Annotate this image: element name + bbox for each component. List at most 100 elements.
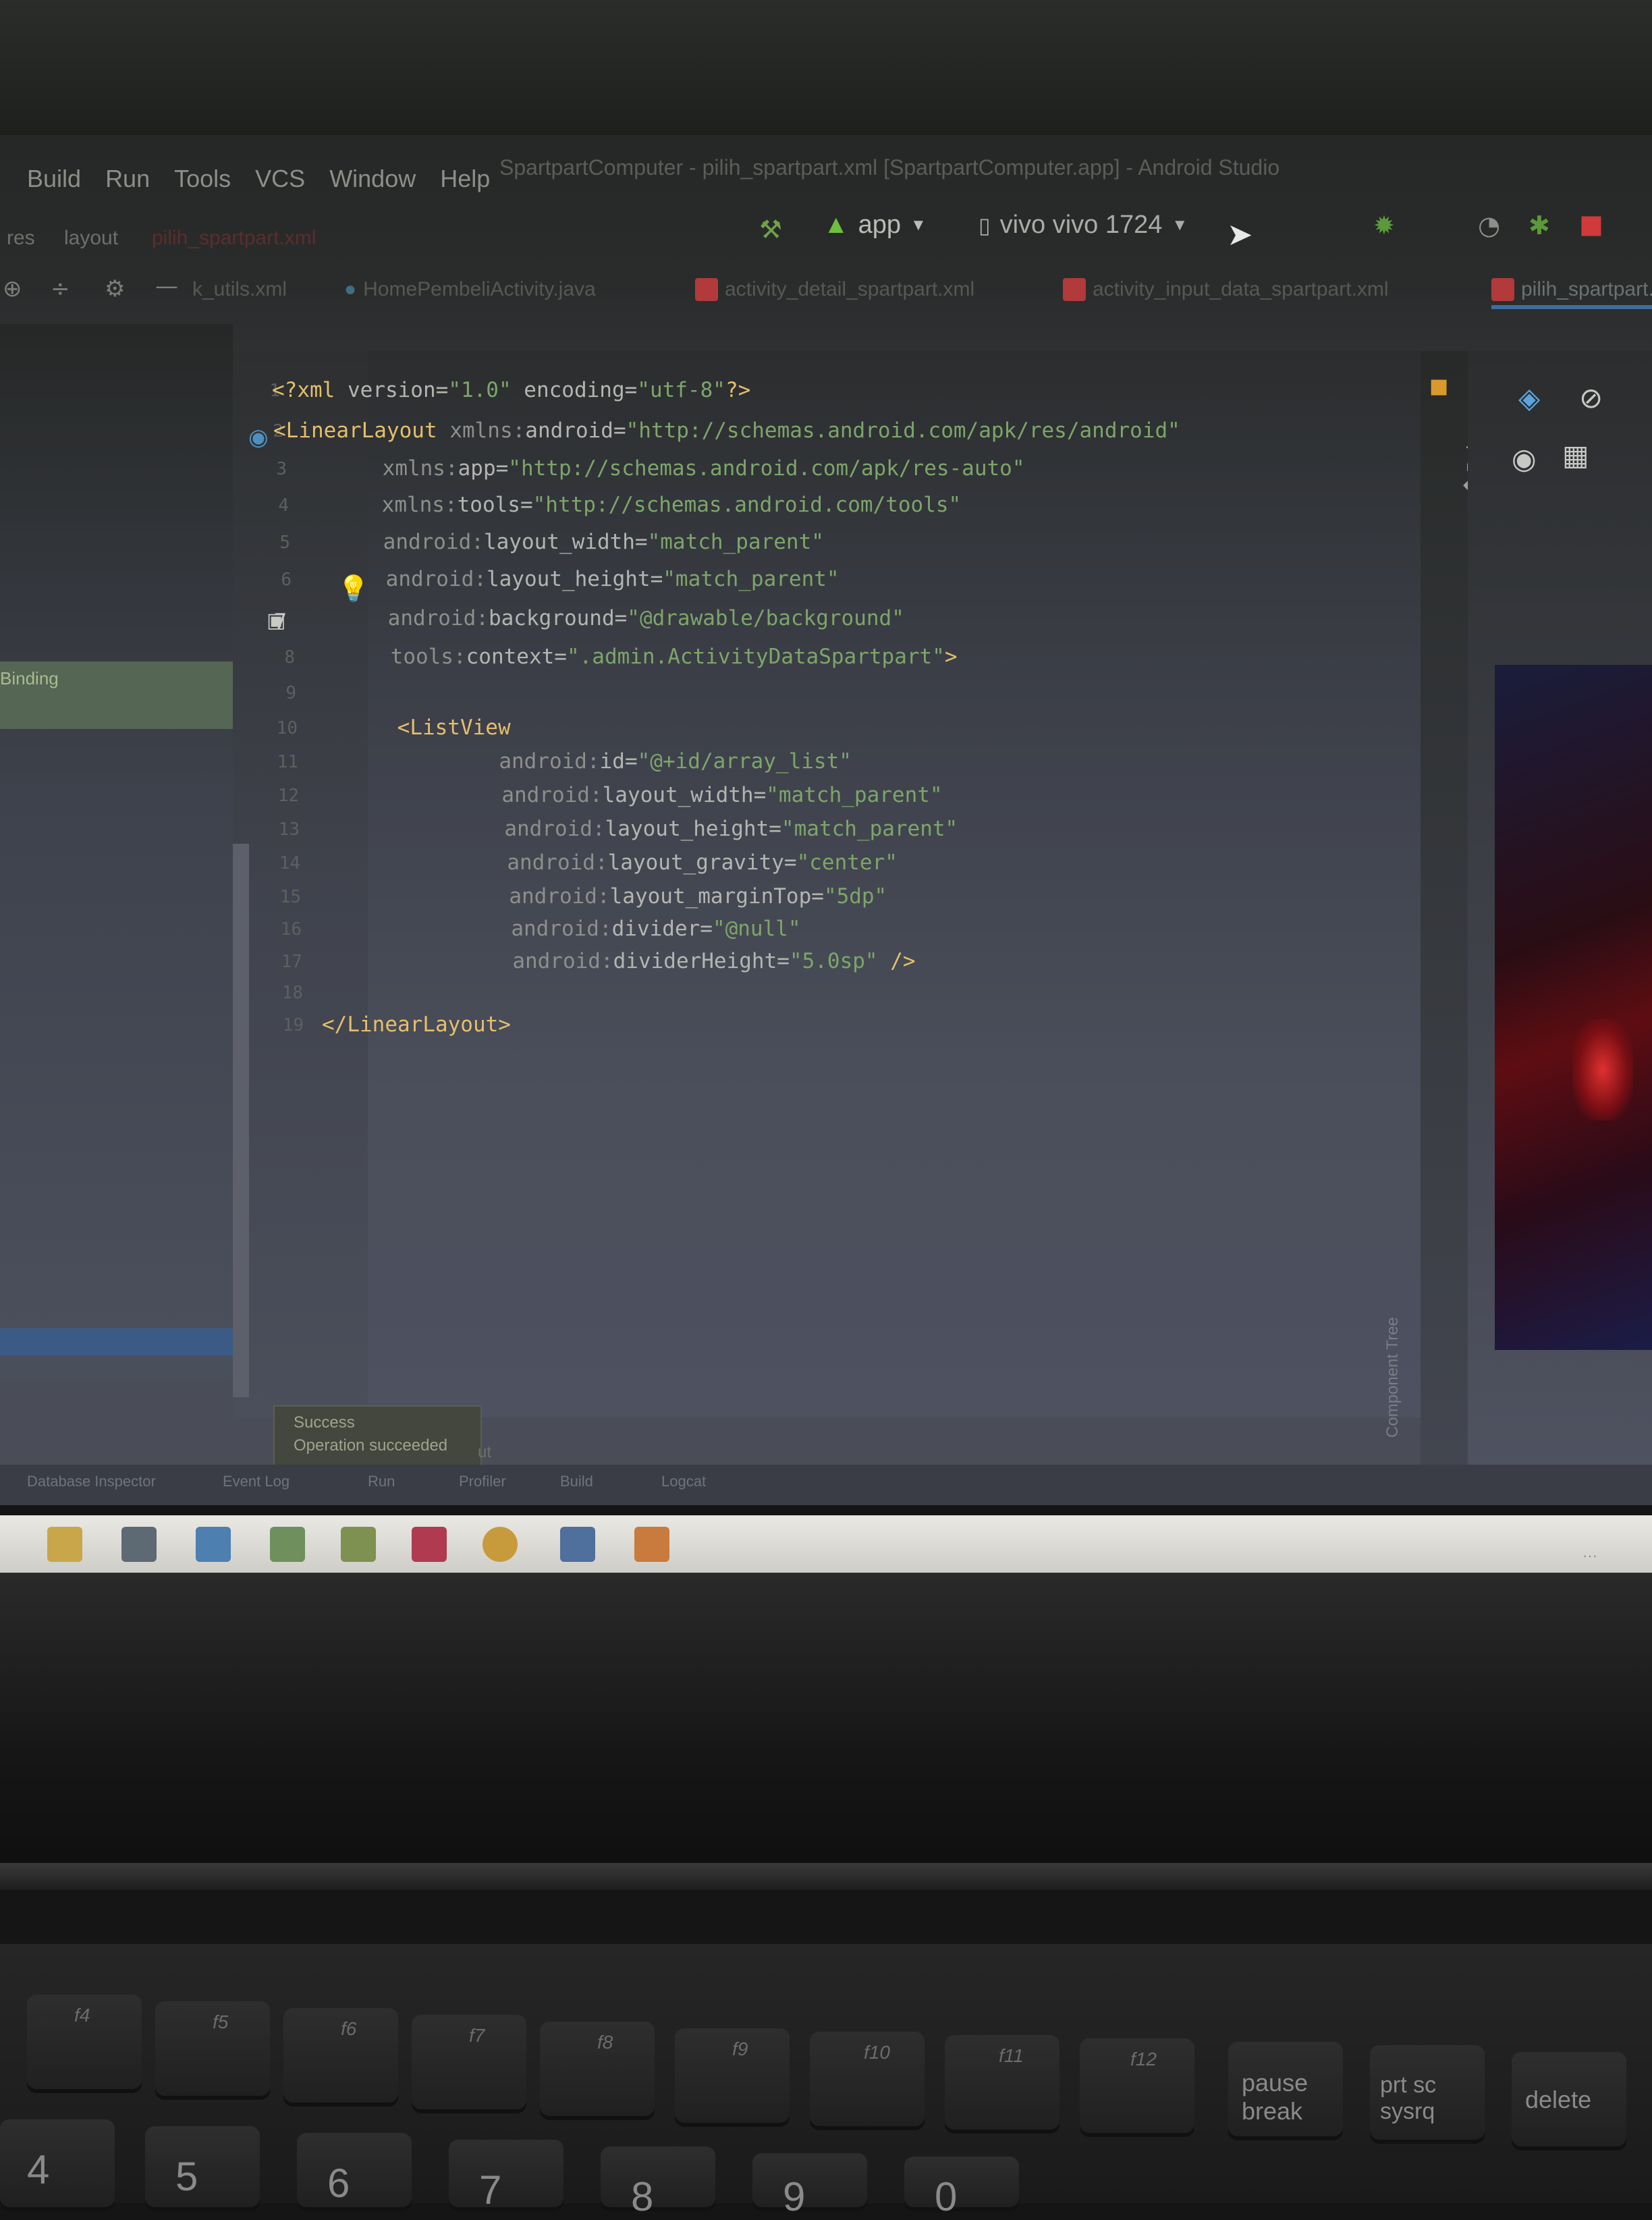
code-line: android:layout_gravity="center" [507, 850, 898, 875]
menu-tools[interactable]: Tools [174, 165, 231, 193]
key-5: 5 [145, 2126, 260, 2207]
line-number: 9 [285, 683, 296, 703]
menu-help[interactable]: Help [440, 165, 490, 193]
key-f9: f9 [675, 2028, 790, 2123]
key-label: 6 [327, 2161, 350, 2206]
project-panel[interactable] [0, 324, 233, 1377]
key-label: f5 [213, 2011, 229, 2032]
line-number: 13 [278, 819, 300, 840]
notification-body: Operation succeeded [294, 1436, 448, 1455]
android-studio-app-icon[interactable] [341, 1527, 376, 1562]
layers-icon[interactable]: ◈ [1518, 381, 1540, 414]
file-explorer-icon[interactable] [47, 1527, 82, 1562]
tab-pilih-spartpart[interactable]: pilih_spartpart.xml [1491, 278, 1652, 309]
key-f7: f7 [412, 2015, 526, 2109]
tab-home-pembeli[interactable]: ● HomePembeliActivity.java [344, 278, 596, 301]
tool-build[interactable]: Build [560, 1473, 593, 1490]
attach-debugger-icon[interactable]: ✱ [1529, 211, 1550, 240]
key-6: 6 [297, 2133, 412, 2207]
run-config-selector[interactable]: ▲ app ▼ [823, 211, 927, 240]
tool-run[interactable]: Run [368, 1473, 395, 1490]
tab-activity-detail[interactable]: activity_detail_spartpart.xml [695, 278, 974, 301]
gear-icon[interactable]: ⚙ [105, 275, 125, 302]
code-line: android:layout_height="match_parent" [385, 567, 839, 591]
tool-logcat[interactable]: Logcat [661, 1473, 706, 1490]
line-number: 17 [281, 952, 302, 972]
key-4: 4 [0, 2119, 115, 2207]
key-f8: f8 [540, 2022, 655, 2116]
key-label: f7 [469, 2025, 485, 2046]
browser-icon[interactable] [483, 1527, 518, 1562]
menu-vcs[interactable]: VCS [255, 165, 305, 193]
stop-icon[interactable]: ■ [1579, 209, 1603, 239]
key-label: 8 [631, 2174, 654, 2219]
android-icon: ▲ [823, 211, 849, 239]
xml-file-icon [695, 278, 718, 301]
right-tool-strip [1421, 351, 1468, 1465]
tab-label: HomePembeliActivity.java [363, 278, 596, 300]
key-f10: f10 [810, 2032, 925, 2126]
line-number: 11 [277, 752, 298, 772]
notification-balloon[interactable]: Success Operation succeeded [273, 1405, 482, 1467]
tool-database-inspector[interactable]: Database Inspector [27, 1473, 156, 1490]
tray-clock[interactable]: ··· [1582, 1547, 1597, 1565]
mouse-cursor-icon: ➤ [1227, 216, 1253, 252]
globe-icon[interactable]: ⊕ [3, 275, 22, 302]
tab-label: activity_input_data_spartpart.xml [1093, 278, 1389, 300]
menu-window[interactable]: Window [329, 165, 416, 193]
line-number: 18 [281, 983, 303, 1003]
tab-activity-input-data[interactable]: activity_input_data_spartpart.xml [1063, 278, 1389, 301]
profiler-icon[interactable]: ◔ [1478, 211, 1500, 240]
menu-run[interactable]: Run [105, 165, 150, 193]
debug-bug-icon[interactable]: ✹ [1373, 211, 1395, 240]
key-f5: f5 [155, 2001, 270, 2096]
minimize-icon[interactable]: — [155, 273, 178, 300]
device-selector[interactable]: ▯ vivo vivo 1724 ▼ [979, 211, 1188, 240]
laptop-hinge [0, 1863, 1652, 1890]
collapse-icon[interactable]: ÷ [51, 275, 70, 302]
warning-marker-icon[interactable]: ■ [1429, 375, 1448, 398]
key-label: 9 [783, 2174, 806, 2219]
no-render-icon[interactable]: ⊘ [1579, 381, 1603, 414]
key-delete: delete [1512, 2052, 1626, 2146]
menu-build[interactable]: Build [27, 165, 81, 193]
breadcrumb-file[interactable]: pilih_spartpart.xml [152, 227, 316, 250]
eye-icon[interactable]: ◉ [1512, 442, 1537, 475]
preview-highlight [1572, 1019, 1633, 1120]
left-scrollbar[interactable] [233, 844, 249, 1397]
code-line: android:layout_height="match_parent" [504, 817, 958, 841]
code-editor-app-icon[interactable] [196, 1527, 231, 1562]
blueprint-grid-icon[interactable]: ▦ [1562, 439, 1589, 472]
editor-tabs: ⊕ ÷ ⚙ — k_utils.xml ● HomePembeliActivity… [0, 269, 1652, 317]
folder-icon[interactable] [121, 1527, 157, 1562]
code-line: android:background="@drawable/background… [387, 606, 904, 630]
laptop-bezel [0, 1573, 1652, 1876]
window-title: SpartpartComputer - pilih_spartpart.xml … [499, 155, 1280, 180]
key-label: f12 [1130, 2049, 1157, 2069]
tab-label: activity_detail_spartpart.xml [725, 278, 975, 300]
run-config-label: app [858, 211, 902, 239]
line-number: 19 [282, 1015, 304, 1035]
chevron-down-icon: ▼ [910, 215, 927, 234]
remote-desktop-icon[interactable] [560, 1527, 595, 1562]
notification-trailing-text: ut [478, 1443, 492, 1461]
line-number: 5 [279, 533, 290, 553]
line-number: 4 [278, 495, 289, 516]
breadcrumb-res[interactable]: res [7, 227, 35, 250]
tool-profiler[interactable]: Profiler [459, 1473, 506, 1490]
component-tree-label[interactable]: Component Tree [1383, 1317, 1402, 1438]
media-app-icon[interactable] [412, 1527, 447, 1562]
build-hammer-icon[interactable]: ⚒ [759, 215, 782, 244]
breadcrumb-layout[interactable]: layout [64, 227, 118, 250]
paint-app-icon[interactable] [270, 1527, 305, 1562]
code-line: android:divider="@null" [511, 917, 801, 941]
tool-event-log[interactable]: Event Log [223, 1473, 290, 1490]
key-7: 7 [449, 2140, 563, 2213]
line-number: 10 [276, 718, 298, 738]
line-number: 8 [284, 647, 295, 668]
key-label: pause break [1242, 2069, 1309, 2125]
key-label: prt sc sysrq [1380, 2072, 1437, 2124]
tab-k-utils[interactable]: k_utils.xml [192, 278, 287, 301]
app-icon[interactable] [634, 1527, 669, 1562]
code-line: android:layout_marginTop="5dp" [509, 884, 887, 909]
